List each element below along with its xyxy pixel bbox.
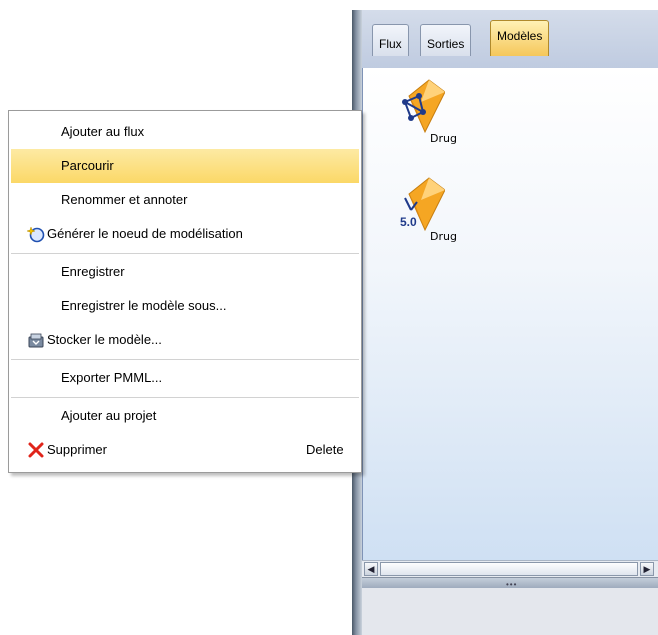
menu-item-label: Ajouter au flux	[61, 124, 145, 139]
scroll-left-button[interactable]: ◀	[364, 562, 378, 576]
menu-item-label: Supprimer	[47, 442, 107, 457]
model-nugget-icon: 5.0	[400, 177, 446, 232]
tab-modeles[interactable]: Modèles	[490, 20, 550, 56]
bottom-pane	[362, 588, 658, 635]
menu-item-label: Renommer et annoter	[61, 192, 188, 207]
tab-sorties[interactable]: Sorties	[420, 24, 472, 56]
menu-item-label: Générer le noeud de modélisation	[47, 226, 243, 241]
model-nugget[interactable]: Drug	[385, 74, 457, 145]
tab-flux[interactable]: Flux	[372, 24, 409, 56]
menu-item-renommer[interactable]: Renommer et annoter	[11, 183, 359, 217]
model-nugget-icon	[402, 79, 446, 134]
menu-item-label: Ajouter au projet	[61, 408, 157, 423]
context-menu: Ajouter au flux Parcourir Renommer et an…	[8, 110, 362, 473]
menu-item-enregistrer-sous[interactable]: Enregistrer le modèle sous...	[11, 289, 359, 323]
model-label: Drug	[430, 230, 457, 243]
menu-item-supprimer[interactable]: Supprimer Delete	[11, 433, 359, 467]
menu-item-ajouter-au-projet[interactable]: Ajouter au projet	[11, 399, 359, 433]
menu-item-label: Stocker le modèle...	[47, 332, 162, 347]
menu-item-label: Enregistrer	[61, 264, 125, 279]
menu-item-parcourir[interactable]: Parcourir	[11, 149, 359, 183]
menu-item-shortcut: Delete	[306, 442, 344, 457]
menu-item-generer[interactable]: Générer le noeud de modélisation	[11, 217, 359, 251]
tab-strip: Flux Sorties Modèles	[362, 10, 658, 69]
menu-item-label: Enregistrer le modèle sous...	[61, 298, 227, 313]
scroll-right-button[interactable]: ▶	[640, 562, 654, 576]
model-version: 5.0	[400, 215, 417, 229]
menu-separator	[11, 397, 359, 398]
menu-separator	[11, 359, 359, 360]
menu-item-ajouter-au-flux[interactable]: Ajouter au flux	[11, 115, 359, 149]
menu-item-label: Exporter PMML...	[61, 370, 163, 385]
menu-separator	[11, 253, 359, 254]
menu-item-stocker[interactable]: Stocker le modèle...	[11, 323, 359, 357]
store-icon	[28, 333, 44, 348]
generate-icon	[27, 226, 45, 243]
menu-item-enregistrer[interactable]: Enregistrer	[11, 255, 359, 289]
menu-item-exporter-pmml[interactable]: Exporter PMML...	[11, 361, 359, 395]
menu-item-label: Parcourir	[61, 158, 114, 173]
scroll-thumb[interactable]	[380, 562, 638, 576]
model-label: Drug	[430, 132, 457, 145]
model-nugget[interactable]: 5.0 Drug	[385, 172, 457, 243]
delete-icon	[28, 442, 44, 458]
pane-splitter[interactable]: •••	[362, 577, 658, 589]
models-area: Drug 5.0 Drug	[362, 68, 658, 560]
horizontal-scrollbar[interactable]: ◀ ▶	[362, 560, 658, 577]
